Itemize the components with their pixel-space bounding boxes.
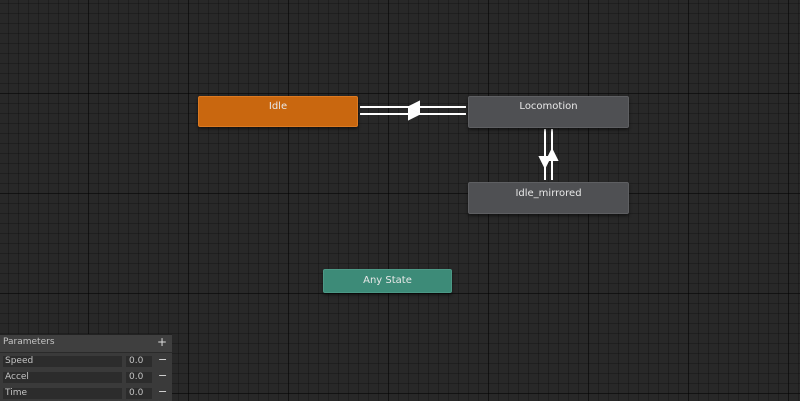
parameters-title: Parameters xyxy=(3,337,55,347)
parameter-row-accel: Accel 0.0 − xyxy=(0,369,172,385)
state-node-idle[interactable]: Idle xyxy=(198,96,358,127)
parameter-name-field[interactable]: Time xyxy=(3,388,122,399)
state-label: Idle_mirrored xyxy=(515,188,582,199)
remove-parameter-button[interactable]: − xyxy=(158,353,167,367)
remove-parameter-button[interactable]: − xyxy=(158,369,167,383)
parameters-panel: Parameters + Speed 0.0 − Accel 0.0 − Tim… xyxy=(0,334,172,401)
parameter-value-field[interactable]: 0.0 xyxy=(126,388,152,399)
parameter-name-field[interactable]: Accel xyxy=(3,372,122,383)
parameters-header: Parameters + xyxy=(0,335,172,353)
parameter-value-field[interactable]: 0.0 xyxy=(126,372,152,383)
parameter-name-field[interactable]: Speed xyxy=(3,356,122,367)
state-node-idle-mirrored[interactable]: Idle_mirrored xyxy=(468,182,629,214)
state-label: Locomotion xyxy=(519,101,578,112)
state-node-locomotion[interactable]: Locomotion xyxy=(468,96,629,128)
state-label: Idle xyxy=(268,101,288,112)
parameter-row-time: Time 0.0 − xyxy=(0,385,172,401)
state-node-any-state[interactable]: Any State xyxy=(323,269,452,293)
remove-parameter-button[interactable]: − xyxy=(158,385,167,399)
state-label: Any State xyxy=(363,275,412,286)
arrowhead-icon xyxy=(545,147,559,161)
parameter-value-field[interactable]: 0.0 xyxy=(126,356,152,367)
add-parameter-button[interactable]: + xyxy=(157,335,167,349)
parameter-row-speed: Speed 0.0 − xyxy=(0,353,172,369)
